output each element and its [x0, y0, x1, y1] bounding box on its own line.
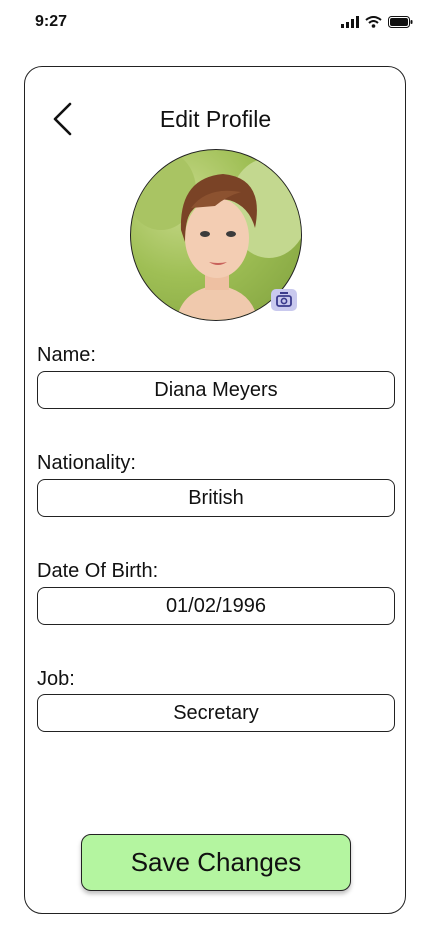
nationality-label: Nationality: — [37, 452, 136, 474]
page-title: Edit Profile — [159, 106, 272, 132]
camera-icon — [276, 292, 292, 307]
change-photo-button[interactable] — [271, 289, 297, 311]
save-changes-label: Save Changes — [130, 847, 302, 877]
avatar-container — [130, 149, 302, 321]
date-of-birth-value: 01/02/1996 — [165, 594, 267, 617]
status-icons — [341, 14, 413, 30]
name-field[interactable]: Diana Meyers — [37, 371, 395, 409]
nationality-value: British — [188, 486, 244, 509]
status-time: 9:27 — [35, 13, 68, 30]
name-label: Name: — [37, 344, 96, 366]
date-of-birth-label: Date Of Birth: — [37, 560, 159, 582]
job-label: Job: — [37, 668, 75, 690]
job-field[interactable]: Secretary — [37, 694, 395, 732]
save-changes-button[interactable]: Save Changes — [81, 834, 351, 891]
battery-icon — [388, 16, 413, 28]
nationality-field[interactable]: British — [37, 479, 395, 517]
wifi-icon — [365, 16, 382, 28]
job-value: Secretary — [173, 701, 259, 724]
name-value: Diana Meyers — [154, 378, 278, 401]
signal-icon — [341, 16, 359, 28]
status-bar: 9:27 — [0, 0, 431, 46]
date-of-birth-field[interactable]: 01/02/1996 — [37, 587, 395, 625]
